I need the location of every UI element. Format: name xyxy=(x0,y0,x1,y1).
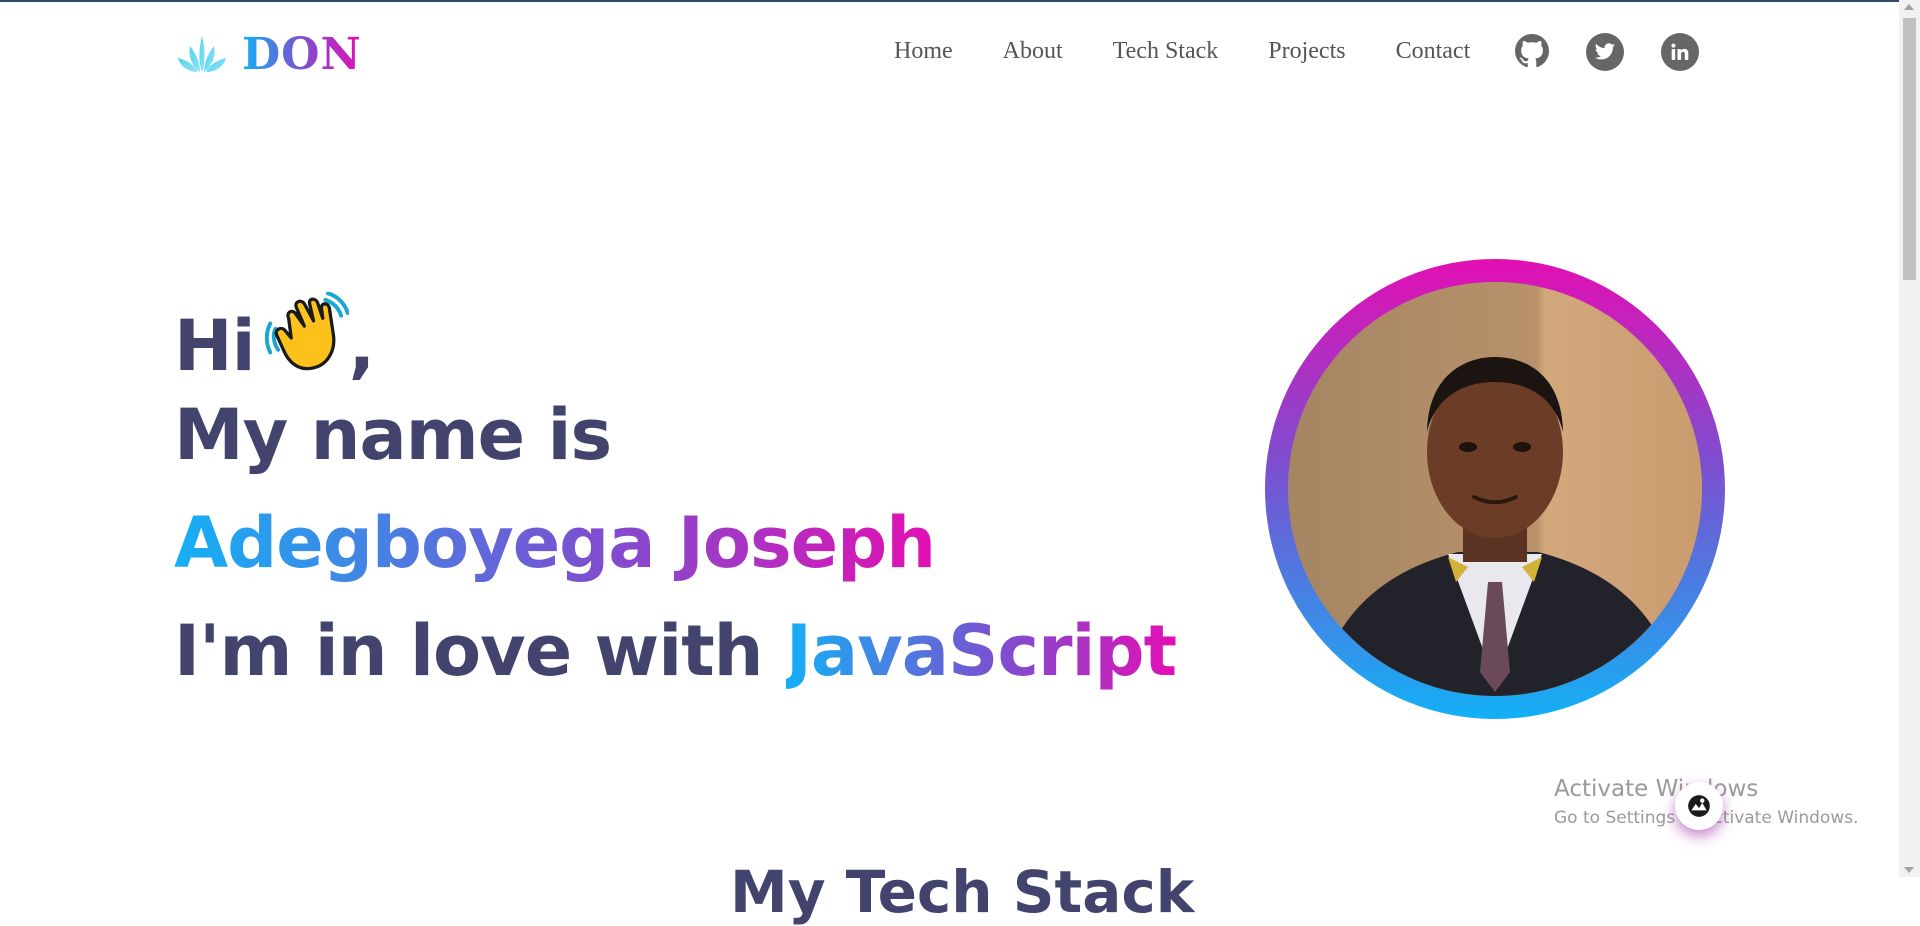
main-nav: Home About Tech Stack Projects Contact xyxy=(894,38,1470,65)
name-text: Adegboyega Joseph xyxy=(174,502,936,584)
scroll-thumb[interactable] xyxy=(1903,18,1916,280)
profile-ring xyxy=(1265,259,1725,719)
greeting-comma: , xyxy=(348,305,376,387)
profile-photo xyxy=(1288,282,1702,696)
twitter-link[interactable] xyxy=(1586,33,1624,71)
hero-intro: My name is xyxy=(174,394,612,476)
nav-about[interactable]: About xyxy=(1003,38,1063,65)
love-prefix: I'm in love with xyxy=(174,610,764,692)
github-icon xyxy=(1515,34,1549,68)
love-highlight: JavaScript xyxy=(785,610,1177,692)
logo-leaf-icon xyxy=(178,36,226,72)
hero-love: I'm in love with JavaScript xyxy=(174,616,1177,686)
github-link[interactable] xyxy=(1514,33,1550,69)
logo-text: DON xyxy=(242,28,362,80)
site-logo[interactable]: DON xyxy=(176,28,362,80)
greeting-text: Hi xyxy=(174,305,256,387)
linkedin-icon xyxy=(1671,43,1689,60)
waving-hand-icon xyxy=(264,292,349,371)
twitter-icon xyxy=(1594,43,1616,60)
vertical-scrollbar[interactable] xyxy=(1899,0,1920,877)
window-top-border xyxy=(0,0,1920,2)
hero-name: Adegboyega Joseph xyxy=(174,508,936,578)
linkedin-link[interactable] xyxy=(1661,33,1699,71)
nav-projects[interactable]: Projects xyxy=(1268,38,1345,65)
tech-stack-heading: My Tech Stack xyxy=(730,858,1195,926)
nav-home[interactable]: Home xyxy=(894,38,953,65)
night-mode-icon xyxy=(1688,795,1710,817)
nav-contact[interactable]: Contact xyxy=(1396,38,1471,65)
scroll-down-icon[interactable] xyxy=(1904,867,1914,873)
hero-greeting: Hi , xyxy=(174,292,375,381)
floating-chat-button[interactable] xyxy=(1675,782,1723,830)
profile-portrait-image xyxy=(1288,282,1702,696)
scroll-up-icon[interactable] xyxy=(1904,4,1914,10)
nav-tech-stack[interactable]: Tech Stack xyxy=(1113,38,1219,65)
